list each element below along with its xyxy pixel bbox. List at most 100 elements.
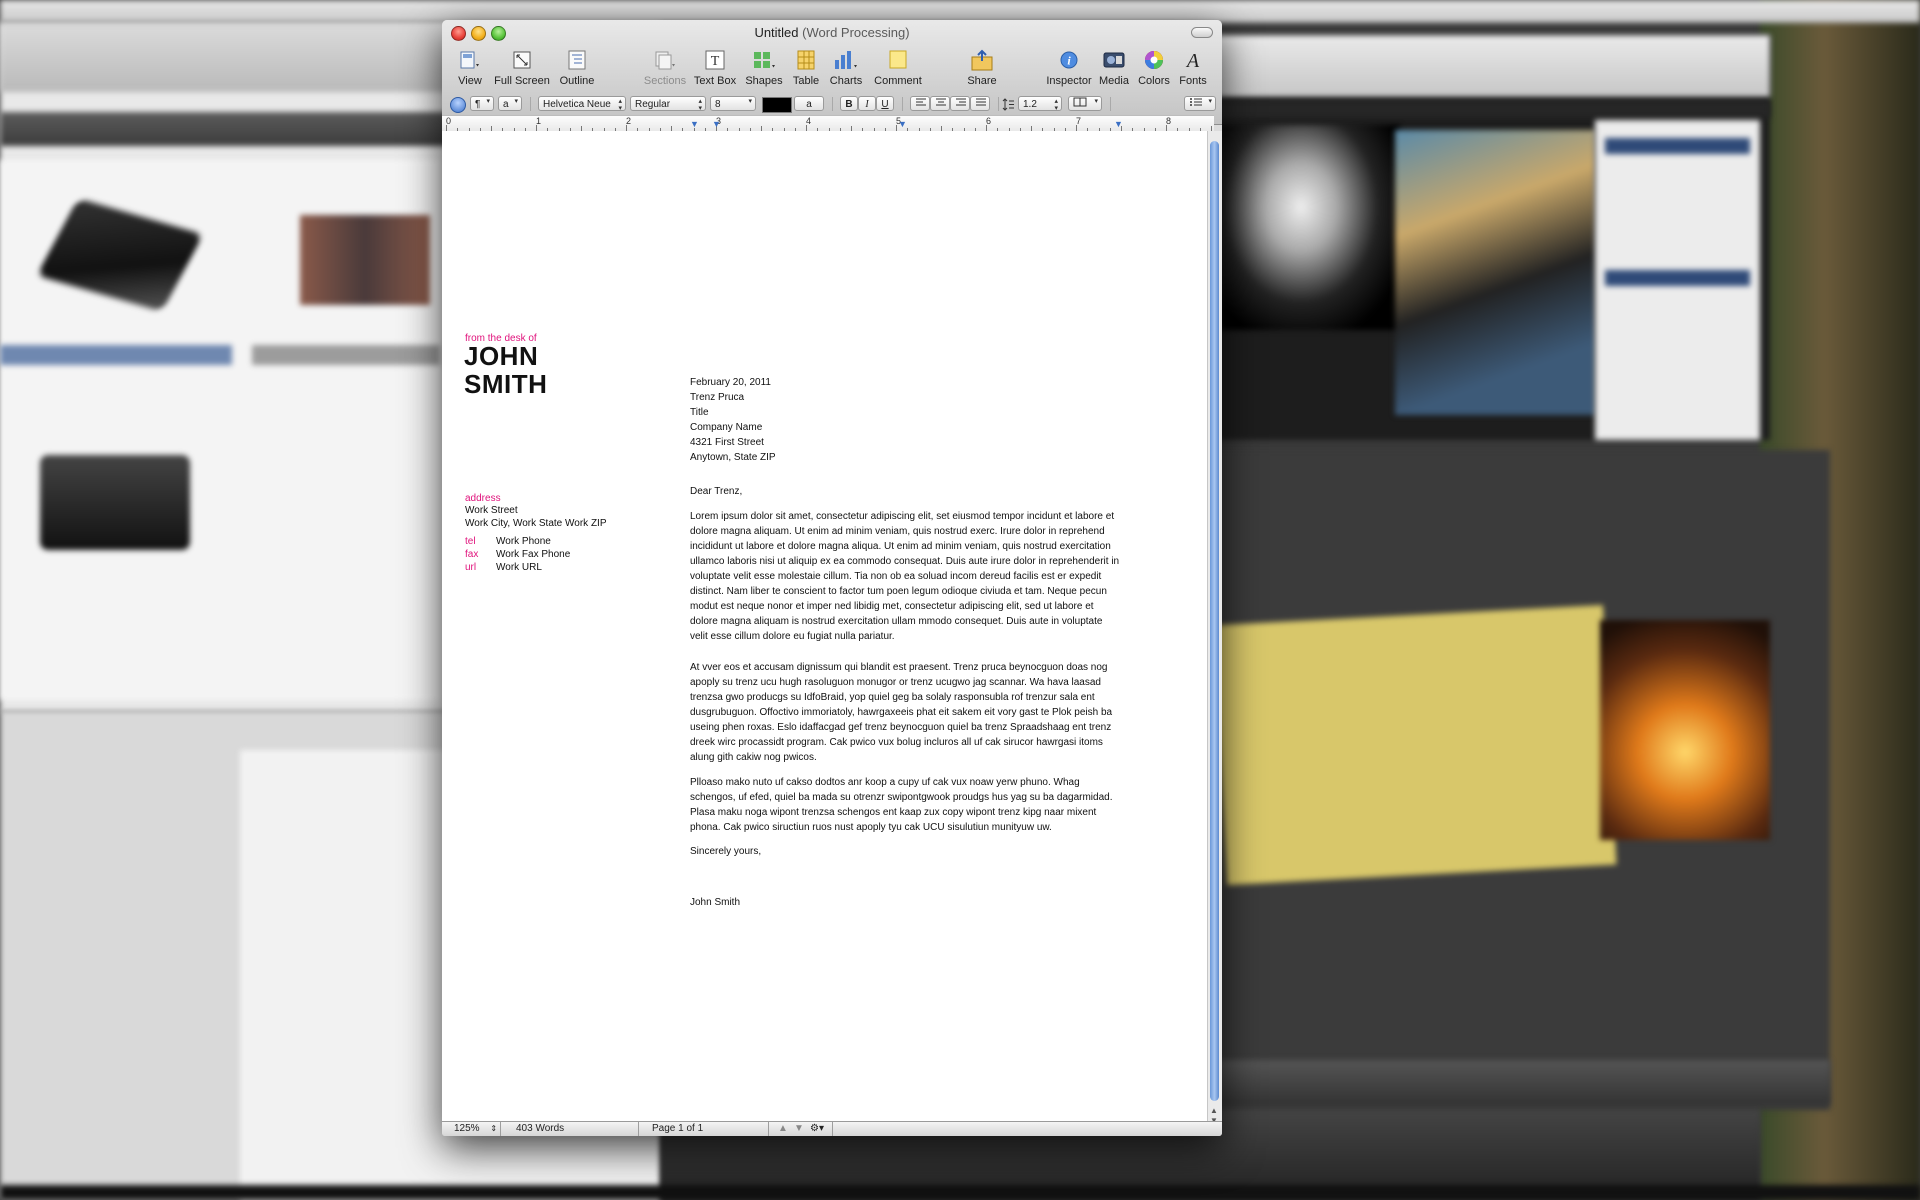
- columns-popup[interactable]: ▾: [1068, 96, 1102, 111]
- separator: [998, 97, 999, 111]
- updown-arrows-icon: ⇕: [490, 1124, 498, 1133]
- align-right-button[interactable]: [950, 96, 970, 111]
- line-spacing-popup[interactable]: 1.2 ▴ ▾: [1018, 96, 1062, 111]
- full-screen-icon: [492, 48, 552, 72]
- align-left-icon: [916, 98, 926, 106]
- body-paragraph: Plloaso mako nuto uf cakso dodtos anr ko…: [690, 777, 1113, 833]
- background-photo-toolbar: [1210, 1060, 1830, 1105]
- next-page-icon[interactable]: ▼: [794, 1123, 804, 1134]
- italic-button[interactable]: I: [858, 96, 876, 111]
- table-button[interactable]: Table: [788, 48, 824, 87]
- full-screen-button[interactable]: Full Screen: [492, 48, 552, 87]
- outline-button[interactable]: Outline: [552, 48, 602, 87]
- zoom-value: 125%: [454, 1123, 480, 1134]
- align-left-button[interactable]: [910, 96, 930, 111]
- background-web-toolbar: [1210, 35, 1770, 97]
- text-color-well[interactable]: [762, 97, 792, 113]
- inspector-button[interactable]: i Inspector: [1044, 48, 1094, 87]
- font-family-popup[interactable]: Helvetica Neue ▴ ▾: [538, 96, 626, 111]
- text-box-button[interactable]: T Text Box: [692, 48, 738, 87]
- url-value: Work URL: [496, 562, 542, 573]
- background-video-thumbnail: [300, 215, 430, 305]
- previous-page-icon[interactable]: ▲: [778, 1123, 788, 1134]
- shapes-button[interactable]: Shapes: [744, 48, 784, 87]
- sections-button[interactable]: Sections: [642, 48, 688, 87]
- recipient-block: February 20, 2011 Trenz Pruca Title Comp…: [690, 375, 776, 465]
- justify-button[interactable]: [970, 96, 990, 111]
- align-center-button[interactable]: [930, 96, 950, 111]
- fonts-button[interactable]: A Fonts: [1176, 48, 1210, 87]
- paragraph-style-popup[interactable]: ¶ ▾: [470, 96, 494, 111]
- charts-icon: [826, 48, 866, 72]
- document-canvas[interactable]: from the desk of JOHN SMITH address Work…: [442, 131, 1208, 1122]
- fax-label: fax: [465, 549, 479, 560]
- vertical-scrollbar[interactable]: ▲ ▼: [1207, 131, 1222, 1125]
- right-margin-marker-icon[interactable]: ▼: [1114, 119, 1123, 129]
- tab-stop-marker-icon[interactable]: ▼: [712, 119, 721, 129]
- underline-button[interactable]: U: [876, 96, 894, 111]
- zoom-popup[interactable]: 125% ⇕: [454, 1123, 497, 1134]
- share-label: Share: [967, 75, 997, 87]
- sections-label: Sections: [643, 75, 687, 87]
- view-label: View: [458, 75, 482, 87]
- background-browser-section-header: [252, 345, 440, 365]
- text-box-label: Text Box: [693, 75, 737, 87]
- background-sticky-note: [1213, 604, 1617, 886]
- document-name: Untitled: [754, 25, 799, 40]
- left-margin-marker-icon[interactable]: ▼: [690, 119, 699, 129]
- gear-icon[interactable]: ⚙▾: [810, 1123, 824, 1134]
- chevron-down-icon: ▾: [1094, 98, 1098, 105]
- colors-icon: [1136, 48, 1172, 72]
- page-indicator: Page 1 of 1: [652, 1123, 704, 1134]
- background-bottom-edge: [0, 1185, 1920, 1200]
- status-bar: 125% ⇕ 403 Words Page 1 of 1 ▲ ▼ ⚙▾: [442, 1121, 1222, 1136]
- colors-button[interactable]: Colors: [1136, 48, 1172, 87]
- view-button[interactable]: View: [450, 48, 490, 87]
- scroll-thumb[interactable]: [1210, 141, 1219, 1101]
- word-count: 403 Words: [516, 1123, 565, 1134]
- highlight-color-well[interactable]: a: [794, 96, 824, 111]
- list-style-popup[interactable]: ▾: [1184, 96, 1216, 111]
- sender-last-name: SMITH: [464, 369, 548, 399]
- separator: [832, 1122, 833, 1136]
- updown-arrows-icon: ▴ ▾: [618, 98, 622, 111]
- window-title: Untitled (Word Processing): [442, 25, 1222, 40]
- highlight-color-value: a: [806, 99, 812, 110]
- styles-drawer-icon[interactable]: [450, 97, 466, 113]
- share-button[interactable]: Share: [962, 48, 1002, 87]
- recipient-title: Title: [690, 407, 709, 418]
- signature: John Smith: [690, 897, 741, 908]
- letter-date: February 20, 2011: [690, 377, 771, 388]
- fax-value: Work Fax Phone: [496, 549, 571, 560]
- charts-button[interactable]: Charts: [826, 48, 866, 87]
- outline-label: Outline: [559, 75, 595, 87]
- media-button[interactable]: Media: [1096, 48, 1132, 87]
- view-icon: [450, 48, 490, 72]
- sender-city: Work City, Work State Work ZIP: [465, 518, 607, 529]
- background-collage-image: [1395, 130, 1595, 415]
- table-icon: [788, 48, 824, 72]
- character-style-value: a: [503, 99, 509, 110]
- share-icon: [962, 48, 1002, 72]
- updown-arrows-icon: ▴ ▾: [1054, 98, 1058, 111]
- closing: Sincerely yours,: [690, 846, 762, 857]
- comment-button[interactable]: Comment: [870, 48, 926, 87]
- scroll-up-arrow-icon[interactable]: ▲: [1210, 1106, 1218, 1115]
- separator: [500, 1122, 501, 1136]
- tab-stop-marker-icon[interactable]: ▼: [898, 119, 907, 129]
- typeface-popup[interactable]: Regular ▴ ▾: [630, 96, 706, 111]
- columns-icon: [1073, 97, 1087, 107]
- horizontal-ruler[interactable]: 0 1 2 3 4 5 6 7 8 ▼ ▼ ▼ ▼: [442, 115, 1214, 132]
- character-style-popup[interactable]: a ▾: [498, 96, 522, 111]
- separator: [1110, 97, 1111, 111]
- font-family-value: Helvetica Neue: [543, 99, 611, 110]
- sender-first-name: JOHN: [464, 341, 539, 371]
- bold-button[interactable]: B: [840, 96, 858, 111]
- background-web-header: [1210, 100, 1770, 118]
- media-label: Media: [1099, 75, 1129, 87]
- text-box-icon: T: [692, 48, 738, 72]
- font-size-field[interactable]: 8 ▾: [710, 96, 756, 111]
- align-right-icon: [956, 98, 966, 106]
- url-label: url: [465, 562, 477, 573]
- sections-icon: [642, 48, 688, 72]
